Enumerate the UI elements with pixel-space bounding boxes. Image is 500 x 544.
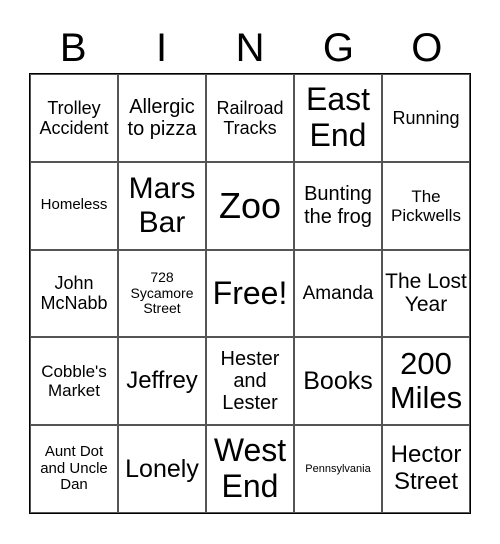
free-space-cell[interactable]: Free! <box>206 249 294 338</box>
bingo-cell[interactable]: Jeffrey <box>118 337 206 426</box>
bingo-cell[interactable]: Pennsylvania <box>294 425 382 513</box>
bingo-cell[interactable]: Cobble's Market <box>30 337 118 426</box>
bingo-cell[interactable]: Zoo <box>206 161 294 250</box>
bingo-cell[interactable]: Allergic to pizza <box>118 74 206 162</box>
bingo-grid: Trolley Accident Allergic to pizza Railroa… <box>29 73 471 514</box>
bingo-cell[interactable]: Bunting the frog <box>294 161 382 250</box>
header-letter-o: O <box>411 26 443 70</box>
bingo-cell[interactable]: Aunt Dot and Uncle Dan <box>30 425 118 513</box>
bingo-cell[interactable]: Books <box>294 337 382 426</box>
header-letter-i: I <box>156 26 168 70</box>
bingo-cell[interactable]: 200 Miles <box>382 337 470 426</box>
bingo-cell[interactable]: Running <box>382 74 470 162</box>
bingo-cell[interactable]: Railroad Tracks <box>206 74 294 162</box>
bingo-cell[interactable]: The Lost Year <box>382 249 470 338</box>
header-letter-n: N <box>235 26 265 70</box>
bingo-header: B I N G O <box>29 24 471 72</box>
bingo-cell[interactable]: 728 Sycamore Street <box>118 249 206 338</box>
bingo-cell[interactable]: Hector Street <box>382 425 470 513</box>
header-letter-g: G <box>322 26 354 70</box>
bingo-cell[interactable]: Trolley Accident <box>30 74 118 162</box>
bingo-cell[interactable]: Homeless <box>30 161 118 250</box>
bingo-cell[interactable]: Hester and Lester <box>206 337 294 426</box>
bingo-cell[interactable]: Mars Bar <box>118 161 206 250</box>
bingo-cell[interactable]: East End <box>294 74 382 162</box>
bingo-cell[interactable]: Amanda <box>294 249 382 338</box>
header-letter-b: B <box>59 26 87 70</box>
bingo-cell[interactable]: The Pickwells <box>382 161 470 250</box>
bingo-cell[interactable]: Lonely <box>118 425 206 513</box>
bingo-cell[interactable]: John McNabb <box>30 249 118 338</box>
bingo-cell[interactable]: West End <box>206 425 294 513</box>
